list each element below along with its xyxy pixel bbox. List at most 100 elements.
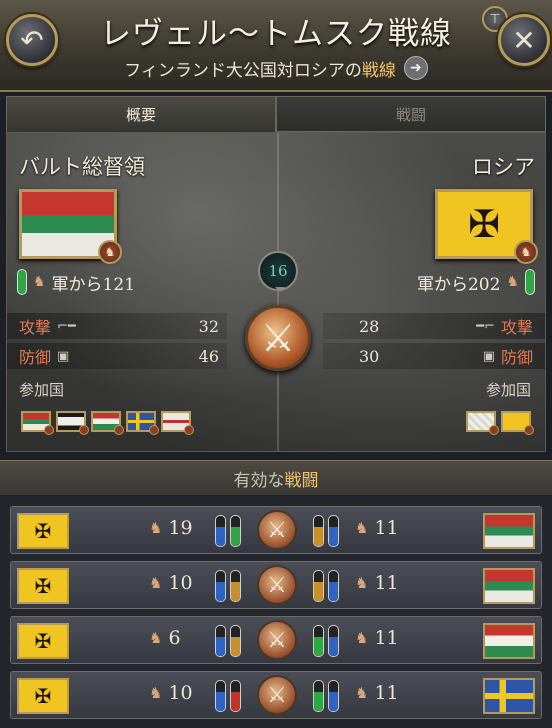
crossed-swords-icon[interactable]: ⚔: [257, 510, 297, 550]
morale-bar-fill: [231, 691, 240, 711]
battle-right-flag[interactable]: [483, 568, 535, 604]
participant-flag[interactable]: [501, 411, 534, 435]
right-army-row: 軍から202 ♞: [417, 269, 535, 295]
left-attack-row: 攻撃 ⌐━ 32: [7, 313, 227, 339]
morale-bar: [230, 570, 241, 602]
morale-bar: [313, 515, 324, 547]
right-defense-row: 30 ▣ 防御: [323, 343, 545, 369]
warscore-badge: 16: [258, 251, 298, 292]
morale-bar-fill: [329, 581, 338, 601]
battle-right-strength: ♞ 11: [355, 682, 399, 704]
army-dot-icon: [184, 425, 194, 435]
morale-bar-fill: [329, 691, 338, 711]
participant-flag[interactable]: [466, 411, 499, 435]
left-participant-flags: [21, 411, 194, 435]
soldier-icon: ♞: [149, 519, 163, 537]
soldier-icon: ♞: [355, 519, 369, 537]
morale-bar-fill: [314, 691, 323, 711]
battle-list: ✠ ♞ 19 ⚔ ♞ 11 ✠ ♞ 10 ⚔ ♞ 11 ✠ ♞ 6 ⚔ ♞ 11 ✠ ♞ 10 ⚔ ♞ 11: [0, 496, 552, 728]
army-dot-icon: [114, 425, 124, 435]
battle-left-flag[interactable]: ✠: [17, 568, 69, 604]
army-dot-icon: [524, 425, 534, 435]
participant-flag[interactable]: [21, 411, 54, 435]
battle-right-flag[interactable]: [483, 623, 535, 659]
soldier-icon: ♞: [506, 274, 519, 290]
battle-left-flag[interactable]: ✠: [17, 513, 69, 549]
morale-bar-fill: [216, 526, 225, 546]
tab-overview[interactable]: 概要: [6, 96, 276, 132]
morale-bar-fill: [231, 526, 240, 546]
right-country-flag[interactable]: ✠ ♞: [435, 189, 538, 264]
left-morale-bars: [215, 570, 241, 602]
right-morale-bars: [313, 625, 339, 657]
battle-row[interactable]: ✠ ♞ 19 ⚔ ♞ 11: [10, 506, 542, 554]
attack-label: ━⌐ 攻撃: [476, 314, 533, 338]
battle-right-strength: ♞ 11: [355, 517, 399, 539]
go-to-war-button[interactable]: ➜: [403, 56, 428, 80]
army-dot-icon: [44, 425, 54, 435]
morale-bar: [230, 625, 241, 657]
battle-left-value: 10: [168, 682, 193, 704]
attack-text: 攻撃: [500, 318, 533, 337]
battle-row[interactable]: ✠ ♞ 10 ⚔ ♞ 11: [10, 671, 542, 719]
participant-flag[interactable]: [161, 411, 194, 435]
soldier-icon: ♞: [149, 684, 163, 702]
morale-bar: [313, 625, 324, 657]
right-morale-bars: [313, 570, 339, 602]
crossed-swords-icon[interactable]: ⚔: [257, 565, 297, 605]
battle-right-value: 11: [374, 682, 399, 704]
battle-left-strength: ♞ 19: [149, 517, 193, 539]
back-button[interactable]: ↶: [6, 14, 58, 66]
subtitle-text: フィンランド大公国対ロシアの戦線: [124, 56, 396, 81]
participant-flag[interactable]: [91, 411, 124, 435]
right-participants-label: 参加国: [485, 381, 531, 399]
double-eagle-icon: ✠: [468, 202, 500, 246]
soldier-icon: ♞: [355, 574, 369, 592]
morale-bar: [215, 680, 226, 712]
morale-bar-fill: [231, 581, 240, 601]
front-title: レヴェル〜トムスク戦線: [100, 16, 452, 52]
battle-right-flag[interactable]: [483, 678, 535, 714]
close-button[interactable]: ✕: [498, 14, 550, 66]
battle-left-flag[interactable]: ✠: [17, 678, 69, 714]
soldier-icon: ♞: [355, 629, 369, 647]
soldier-icon: ♞: [149, 629, 163, 647]
crossed-swords-icon[interactable]: ⚔: [257, 620, 297, 660]
left-morale-bars: [215, 515, 241, 547]
crossed-swords-icon: ⚔: [245, 305, 311, 371]
tab-battles[interactable]: 戦闘: [276, 96, 546, 132]
attack-label: 攻撃 ⌐━: [19, 314, 76, 338]
subtitle-prefix: フィンランド大公国対ロシアの: [124, 60, 362, 81]
defense-label: 防御 ▣: [19, 344, 69, 368]
left-defense-value: 46: [198, 346, 219, 366]
right-morale-bars: [313, 515, 339, 547]
morale-bar: [313, 570, 324, 602]
battle-left-strength: ♞ 6: [149, 627, 181, 649]
battle-left-flag[interactable]: ✠: [17, 623, 69, 659]
morale-bar-fill: [216, 636, 225, 656]
battle-row[interactable]: ✠ ♞ 10 ⚔ ♞ 11: [10, 561, 542, 609]
crossed-swords-icon[interactable]: ⚔: [257, 675, 297, 715]
right-defense-value: 30: [359, 346, 380, 366]
battles-header-highlight: 戦闘: [284, 470, 319, 491]
left-country-flag[interactable]: ♞: [19, 189, 122, 264]
battle-left-strength: ♞ 10: [149, 572, 193, 594]
double-eagle-icon: ✠: [34, 684, 52, 708]
battle-row[interactable]: ✠ ♞ 6 ⚔ ♞ 11: [10, 616, 542, 664]
battle-right-value: 11: [374, 517, 399, 539]
pin-icon: ⊤: [489, 11, 501, 27]
left-attack-value: 32: [198, 316, 219, 336]
army-dot-icon: [149, 425, 159, 435]
left-morale-bars: [215, 680, 241, 712]
battles-header-prefix: 有効な: [233, 470, 285, 491]
participant-flag[interactable]: [56, 411, 89, 435]
army-dot-icon: [489, 425, 499, 435]
battle-right-flag[interactable]: [483, 513, 535, 549]
participant-flag[interactable]: [126, 411, 159, 435]
left-army-row: ♞ 軍から121: [17, 269, 135, 295]
left-defense-row: 防御 ▣ 46: [7, 343, 227, 369]
battle-right-value: 11: [374, 627, 399, 649]
soldier-icon: ♞: [33, 274, 46, 290]
morale-bar: [215, 515, 226, 547]
morale-bar-fill: [216, 581, 225, 601]
